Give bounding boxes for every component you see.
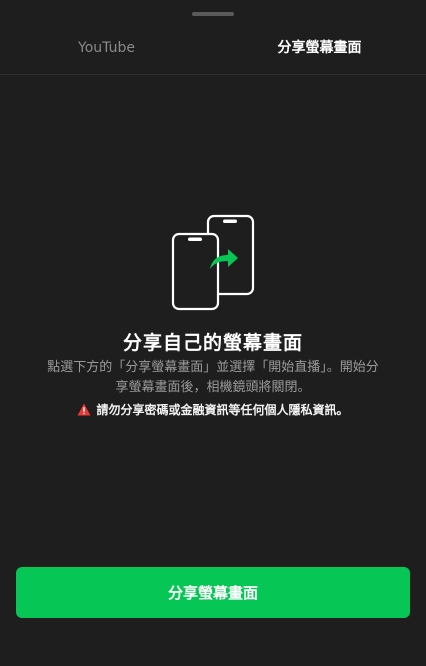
tab-share-screen[interactable]: 分享螢幕畫面 <box>213 26 426 70</box>
page-title: 分享自己的螢幕畫面 <box>122 332 303 354</box>
privacy-warning: 請勿分享密碼或金融資訊等任何個人隱私資訊。 <box>0 401 426 418</box>
drag-handle[interactable] <box>192 12 234 16</box>
tab-youtube[interactable]: YouTube <box>0 26 213 70</box>
share-screen-button[interactable]: 分享螢幕畫面 <box>16 567 410 618</box>
tab-bar: YouTube 分享螢幕畫面 <box>0 26 426 75</box>
warning-text: 請勿分享密碼或金融資訊等任何個人隱私資訊。 <box>96 403 349 417</box>
phone-screen-share-icon <box>168 213 258 311</box>
bottom-sheet: YouTube 分享螢幕畫面 分享自己的螢幕畫面 點選下方的「分享螢幕畫面」並選… <box>0 0 426 666</box>
warning-triangle-icon <box>77 403 91 416</box>
instruction-text: 點選下方的「分享螢幕畫面」並選擇「開始直播」。開始分享螢幕畫面後，相機鏡頭將關閉… <box>47 360 379 395</box>
